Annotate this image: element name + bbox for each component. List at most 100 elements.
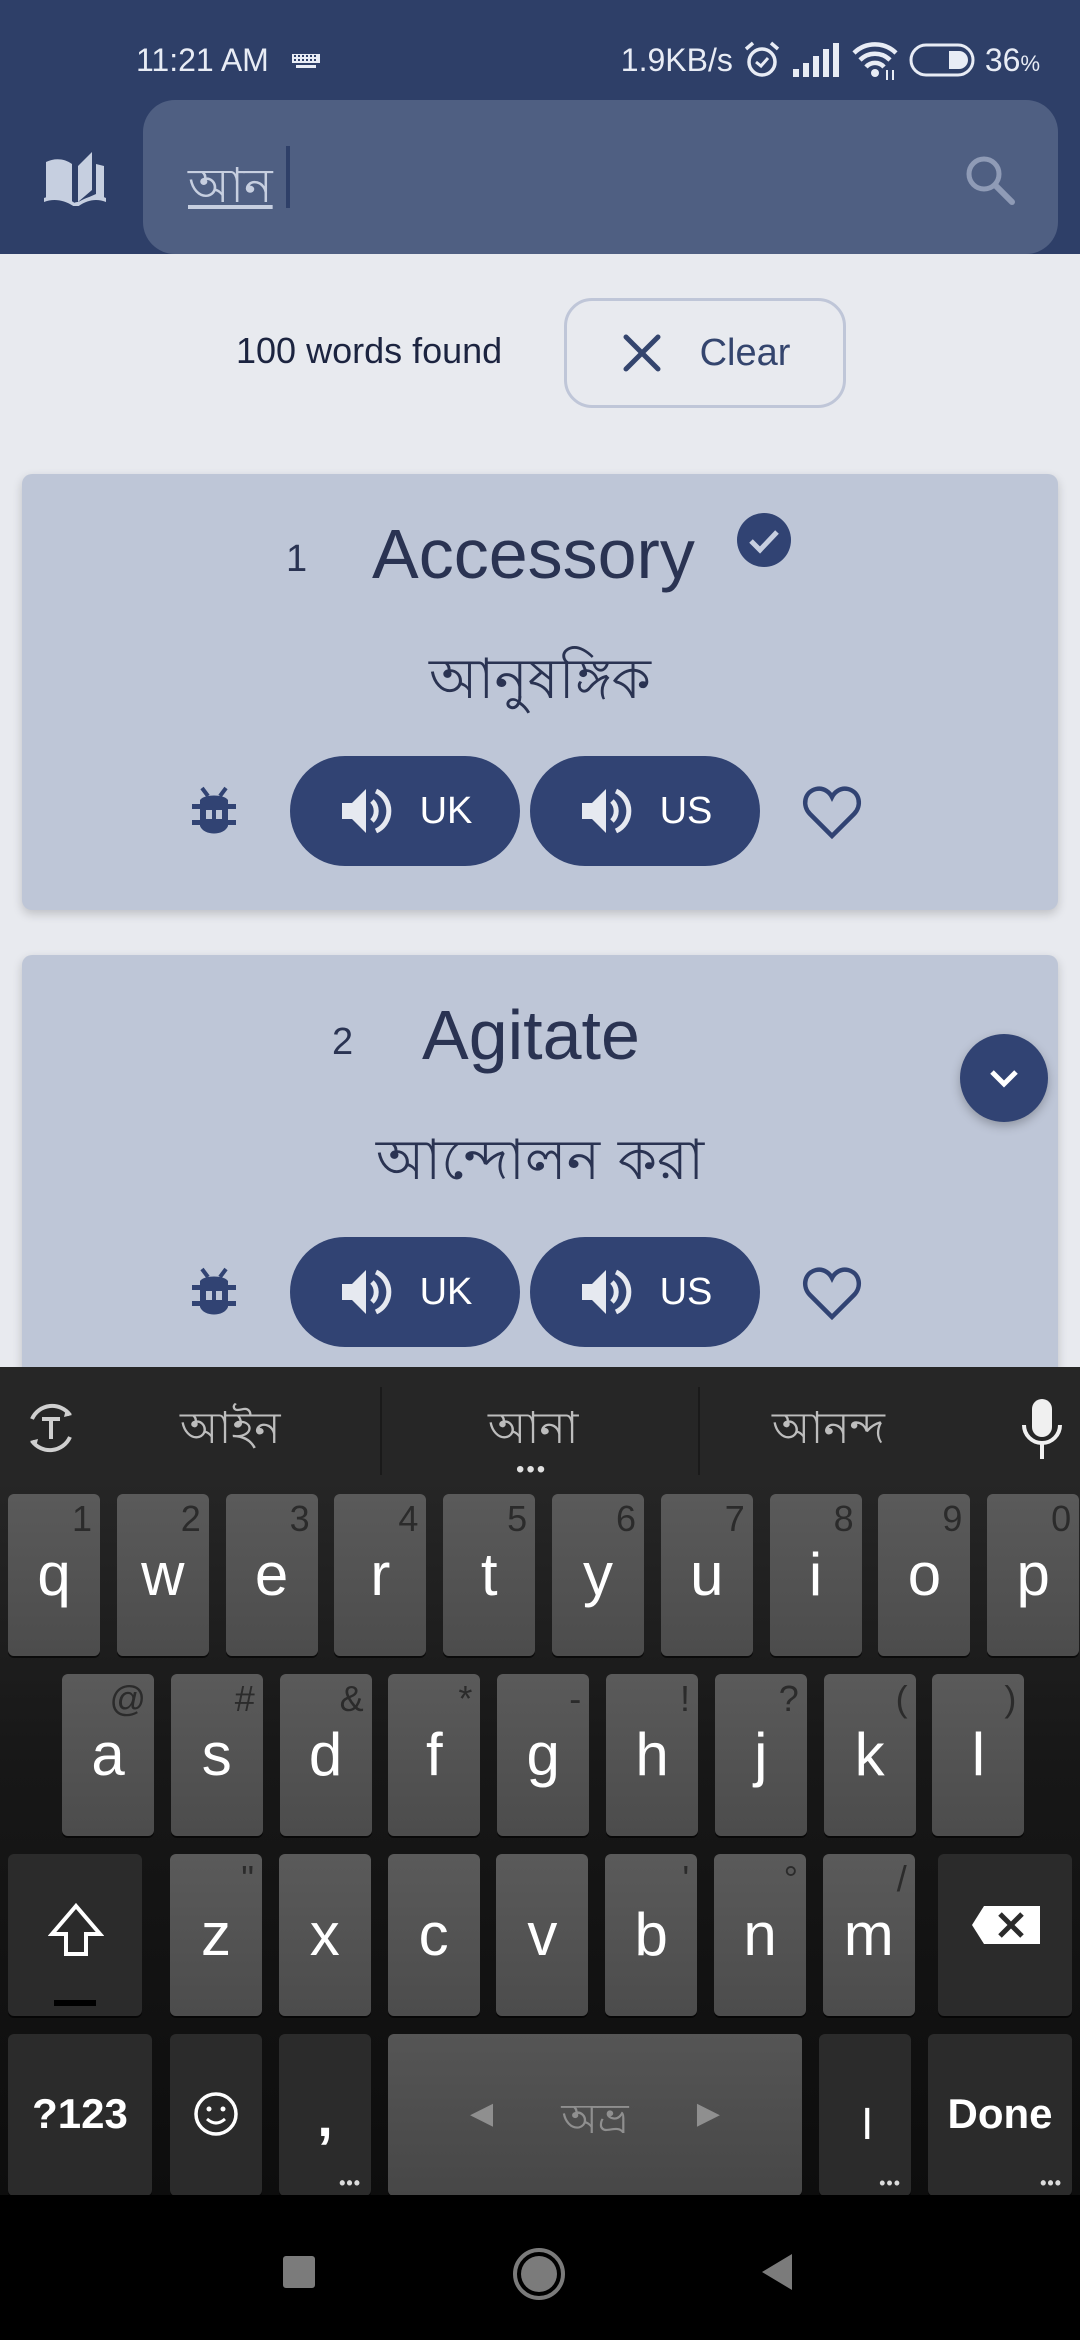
pronounce-us-button[interactable]: US	[530, 756, 760, 866]
microphone-icon[interactable]	[1020, 1397, 1064, 1461]
close-icon	[623, 334, 661, 372]
key-t[interactable]: 5t	[443, 1494, 536, 1656]
key-a[interactable]: @ a	[62, 1674, 154, 1836]
suggestion-3[interactable]: আনন্দ	[772, 1395, 885, 1468]
pronounce-uk-button[interactable]: UK	[290, 1237, 520, 1347]
recents-icon[interactable]	[282, 2255, 316, 2289]
volume-icon	[581, 1269, 631, 1315]
key-o[interactable]: 9o	[878, 1494, 971, 1656]
divider	[380, 1387, 382, 1475]
search-icon[interactable]	[960, 150, 1020, 210]
learned-check-icon[interactable]	[736, 512, 792, 568]
key-z[interactable]: " z	[170, 1854, 262, 2016]
backspace-icon	[972, 1906, 1040, 1944]
key-h[interactable]: ! h	[606, 1674, 698, 1836]
danda-label: ।	[855, 2094, 875, 2150]
key-label: u	[690, 1541, 724, 1608]
key-w[interactable]: 2w	[116, 1494, 209, 1656]
scroll-down-button[interactable]	[960, 1034, 1048, 1122]
suggestion-1[interactable]: আইন	[180, 1395, 280, 1468]
key-hint: '	[682, 1858, 690, 1899]
more-suggestions-indicator[interactable]: •••	[516, 1458, 547, 1482]
key-y[interactable]: 6y	[552, 1494, 644, 1656]
status-time: 11:21 AM	[136, 42, 269, 78]
key-label: k	[854, 1721, 885, 1788]
key-e[interactable]: 3e	[225, 1494, 318, 1656]
navigation-bar	[0, 2195, 1080, 2340]
key-hint: *	[458, 1678, 473, 1719]
key-n[interactable]: ° n	[714, 1854, 806, 2016]
book-open-icon[interactable]	[44, 152, 108, 206]
key-label: x	[309, 1901, 340, 1968]
key-label: j	[754, 1721, 768, 1788]
backspace-key[interactable]	[938, 1854, 1072, 2016]
search-input[interactable]: আন	[188, 150, 273, 229]
transliterate-toggle-icon[interactable]	[22, 1399, 80, 1457]
space-key[interactable]: ◀ অভ্র ▶	[388, 2034, 802, 2196]
key-u[interactable]: 7u	[660, 1494, 753, 1656]
more-indicator: •••	[879, 2173, 901, 2193]
danda-key[interactable]: । •••	[819, 2034, 911, 2196]
key-l[interactable]: ) l	[932, 1674, 1025, 1836]
key-q[interactable]: 1q	[8, 1494, 100, 1656]
key-c[interactable]: c	[387, 1854, 480, 2016]
shift-key[interactable]	[8, 1854, 142, 2016]
volume-icon	[341, 1269, 391, 1315]
key-r[interactable]: 4r	[334, 1494, 427, 1656]
key-v[interactable]: v	[496, 1854, 589, 2016]
key-label: t	[480, 1541, 498, 1608]
key-label: w	[141, 1541, 185, 1608]
clear-button[interactable]: Clear	[564, 298, 846, 408]
heart-icon[interactable]	[802, 1265, 862, 1321]
key-f[interactable]: * f	[388, 1674, 481, 1836]
key-m[interactable]: / m	[822, 1854, 915, 2016]
bug-report-icon[interactable]	[190, 786, 238, 838]
key-i[interactable]: 8i	[769, 1494, 862, 1656]
key-x[interactable]: x	[278, 1854, 371, 2016]
symbols-key[interactable]: ?123	[8, 2034, 152, 2196]
word-text: Agitate	[422, 996, 640, 1074]
key-hint: 0	[1051, 1498, 1072, 1539]
key-k[interactable]: (k	[823, 1674, 916, 1836]
key-hint: ?	[778, 1678, 799, 1719]
emoji-icon	[194, 2092, 238, 2136]
emoji-key[interactable]	[170, 2034, 262, 2196]
key-label: v	[527, 1901, 558, 1968]
word-card[interactable]: 1 Accessory আনুষঙ্গিক UK US	[22, 474, 1058, 910]
key-b[interactable]: ' b	[605, 1854, 698, 2016]
more-indicator: •••	[1040, 2173, 1062, 2193]
done-key[interactable]: Done •••	[928, 2034, 1072, 2196]
battery-percent: 36%	[984, 41, 1040, 78]
key-label: s	[201, 1721, 232, 1788]
caps-indicator	[54, 2000, 96, 2006]
battery-icon	[909, 43, 975, 77]
key-label: d	[308, 1721, 343, 1788]
pronounce-uk-label: UK	[419, 789, 473, 832]
key-g[interactable]: -g	[497, 1674, 590, 1836]
heart-icon[interactable]	[802, 784, 862, 840]
home-icon[interactable]	[512, 2247, 566, 2301]
pronounce-us-button[interactable]: US	[530, 1237, 760, 1347]
word-actions: UK US	[22, 756, 1058, 866]
symbols-label: ?123	[32, 2090, 128, 2137]
key-label: z	[201, 1901, 231, 1968]
key-hint: -	[569, 1678, 582, 1719]
key-p[interactable]: 0p	[987, 1494, 1080, 1656]
key-j[interactable]: ? j	[714, 1674, 807, 1836]
key-label: a	[91, 1721, 125, 1788]
key-s[interactable]: # s	[170, 1674, 263, 1836]
search-field[interactable]	[143, 100, 1058, 254]
key-label: l	[971, 1721, 986, 1788]
word-card[interactable]: 2 Agitate আন্দোলন করা UK US	[22, 955, 1058, 1415]
word-actions: UK US	[22, 1237, 1058, 1347]
back-icon[interactable]	[760, 2253, 794, 2291]
key-label: c	[418, 1901, 449, 1968]
comma-key[interactable]: , •••	[279, 2034, 371, 2196]
bug-report-icon[interactable]	[190, 1267, 238, 1319]
word-number: 2	[332, 1021, 354, 1063]
text-cursor	[286, 146, 290, 208]
pronounce-uk-button[interactable]: UK	[290, 756, 520, 866]
key-d[interactable]: & d	[279, 1674, 372, 1836]
divider	[698, 1387, 700, 1475]
done-label: Done	[947, 2090, 1053, 2137]
